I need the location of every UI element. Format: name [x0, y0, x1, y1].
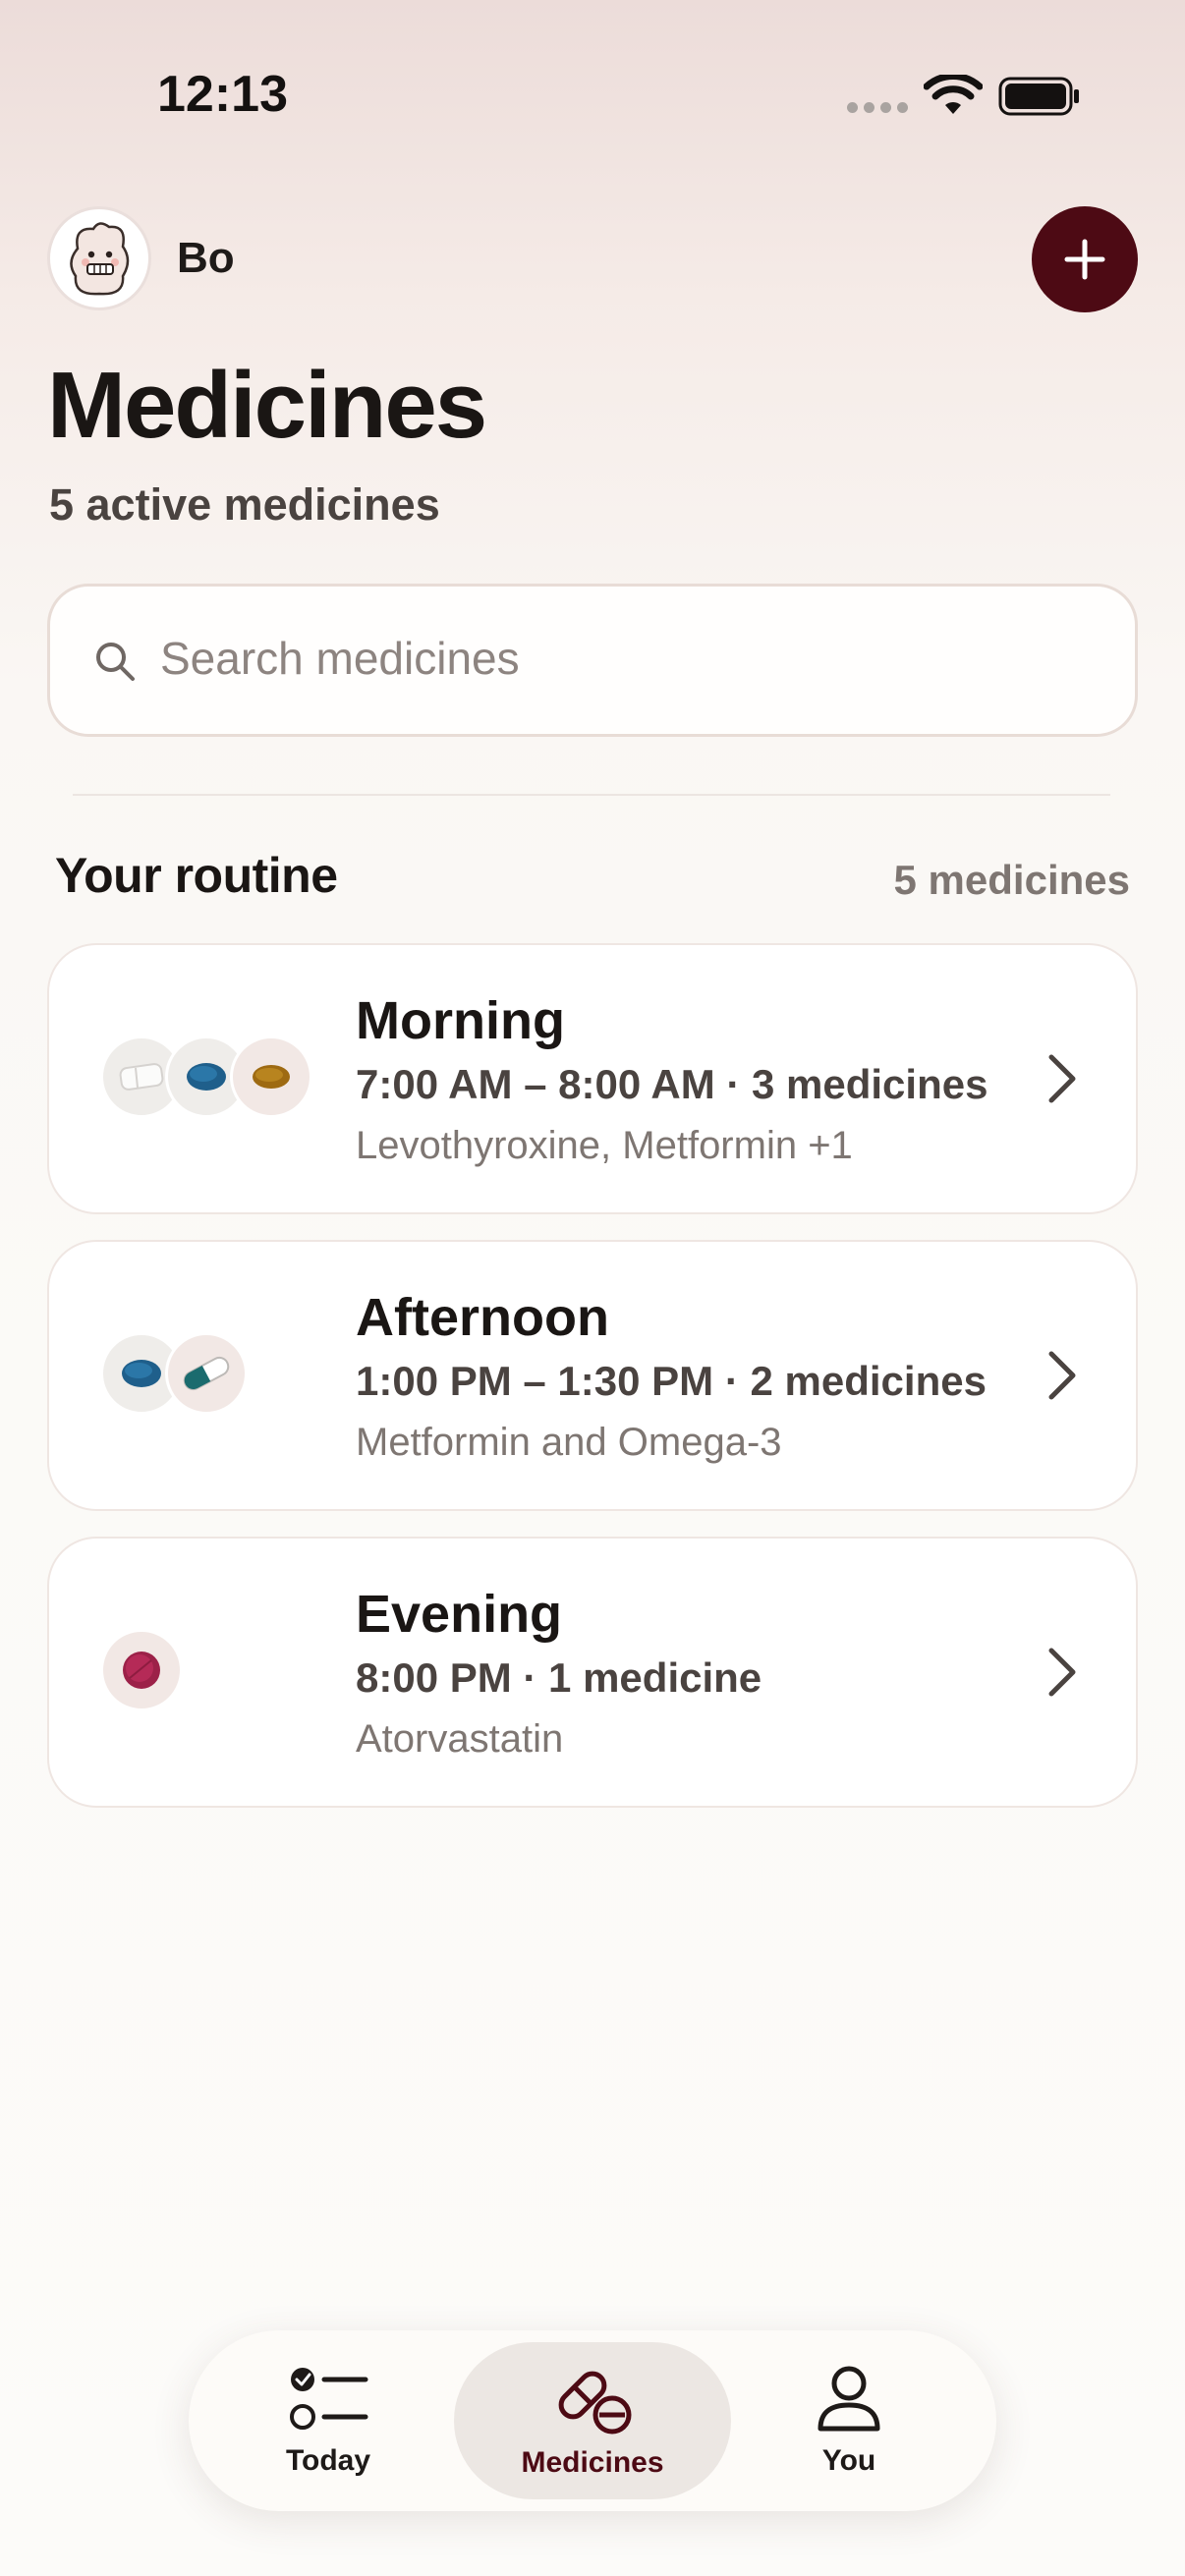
- pills-icon: [558, 2371, 632, 2435]
- routine-card-morning[interactable]: Morning 7:00 AM – 8:00 AM · 3 medicines …: [47, 943, 1138, 1214]
- chevron-right-icon: [1048, 1054, 1076, 1103]
- person-icon: [818, 2366, 880, 2432]
- tab-you[interactable]: You: [751, 2330, 947, 2511]
- user-name[interactable]: Bo: [177, 234, 235, 283]
- page-subtitle: 5 active medicines: [49, 479, 440, 530]
- checklist-icon: [290, 2368, 368, 2430]
- status-time: 12:13: [157, 66, 288, 123]
- tab-today[interactable]: Today: [230, 2330, 426, 2511]
- divider: [73, 794, 1110, 796]
- tab-label: Today: [285, 2444, 371, 2477]
- section-count: 5 medicines: [893, 857, 1130, 903]
- routine-medicines: Metformin and Omega-3: [356, 1421, 782, 1464]
- cellular-signal-icon: [847, 102, 908, 116]
- teal-capsule-icon: [165, 1332, 248, 1415]
- search-field[interactable]: Search medicines: [47, 584, 1138, 737]
- routine-card-afternoon[interactable]: Afternoon 1:00 PM – 1:30 PM · 2 medicine…: [47, 1240, 1138, 1511]
- page-title: Medicines: [47, 353, 487, 458]
- search-icon: [96, 643, 135, 681]
- routine-time-detail: 8:00 PM · 1 medicine: [356, 1654, 762, 1701]
- routine-medicines: Atorvastatin: [356, 1717, 564, 1761]
- tab-label: Medicines: [521, 2446, 664, 2479]
- routine-name: Evening: [356, 1585, 563, 1644]
- chevron-right-icon: [1048, 1351, 1076, 1400]
- routine-name: Morning: [356, 991, 565, 1050]
- routine-time-detail: 1:00 PM – 1:30 PM · 2 medicines: [356, 1358, 987, 1404]
- routine-card-evening[interactable]: Evening 8:00 PM · 1 medicine Atorvastati…: [47, 1537, 1138, 1808]
- search-input[interactable]: Search medicines: [160, 632, 520, 685]
- routine-medicines: Levothyroxine, Metformin +1: [356, 1124, 853, 1167]
- mascot-icon: [70, 222, 130, 296]
- avatar[interactable]: [47, 206, 151, 310]
- battery-icon: [998, 77, 1079, 116]
- magenta-tablet-icon: [100, 1629, 183, 1711]
- add-medicine-button[interactable]: [1032, 206, 1138, 312]
- routine-time-detail: 7:00 AM – 8:00 AM · 3 medicines: [356, 1061, 988, 1107]
- chevron-right-icon: [1048, 1648, 1076, 1697]
- amber-tablet-icon: [230, 1036, 312, 1118]
- wifi-icon: [924, 75, 983, 114]
- tab-bar: Today Medicines You: [189, 2330, 996, 2511]
- section-title: Your routine: [55, 848, 338, 903]
- plus-icon: [1064, 239, 1105, 280]
- tab-medicines[interactable]: Medicines: [454, 2342, 731, 2499]
- routine-name: Afternoon: [356, 1288, 609, 1347]
- tab-label: You: [821, 2444, 876, 2477]
